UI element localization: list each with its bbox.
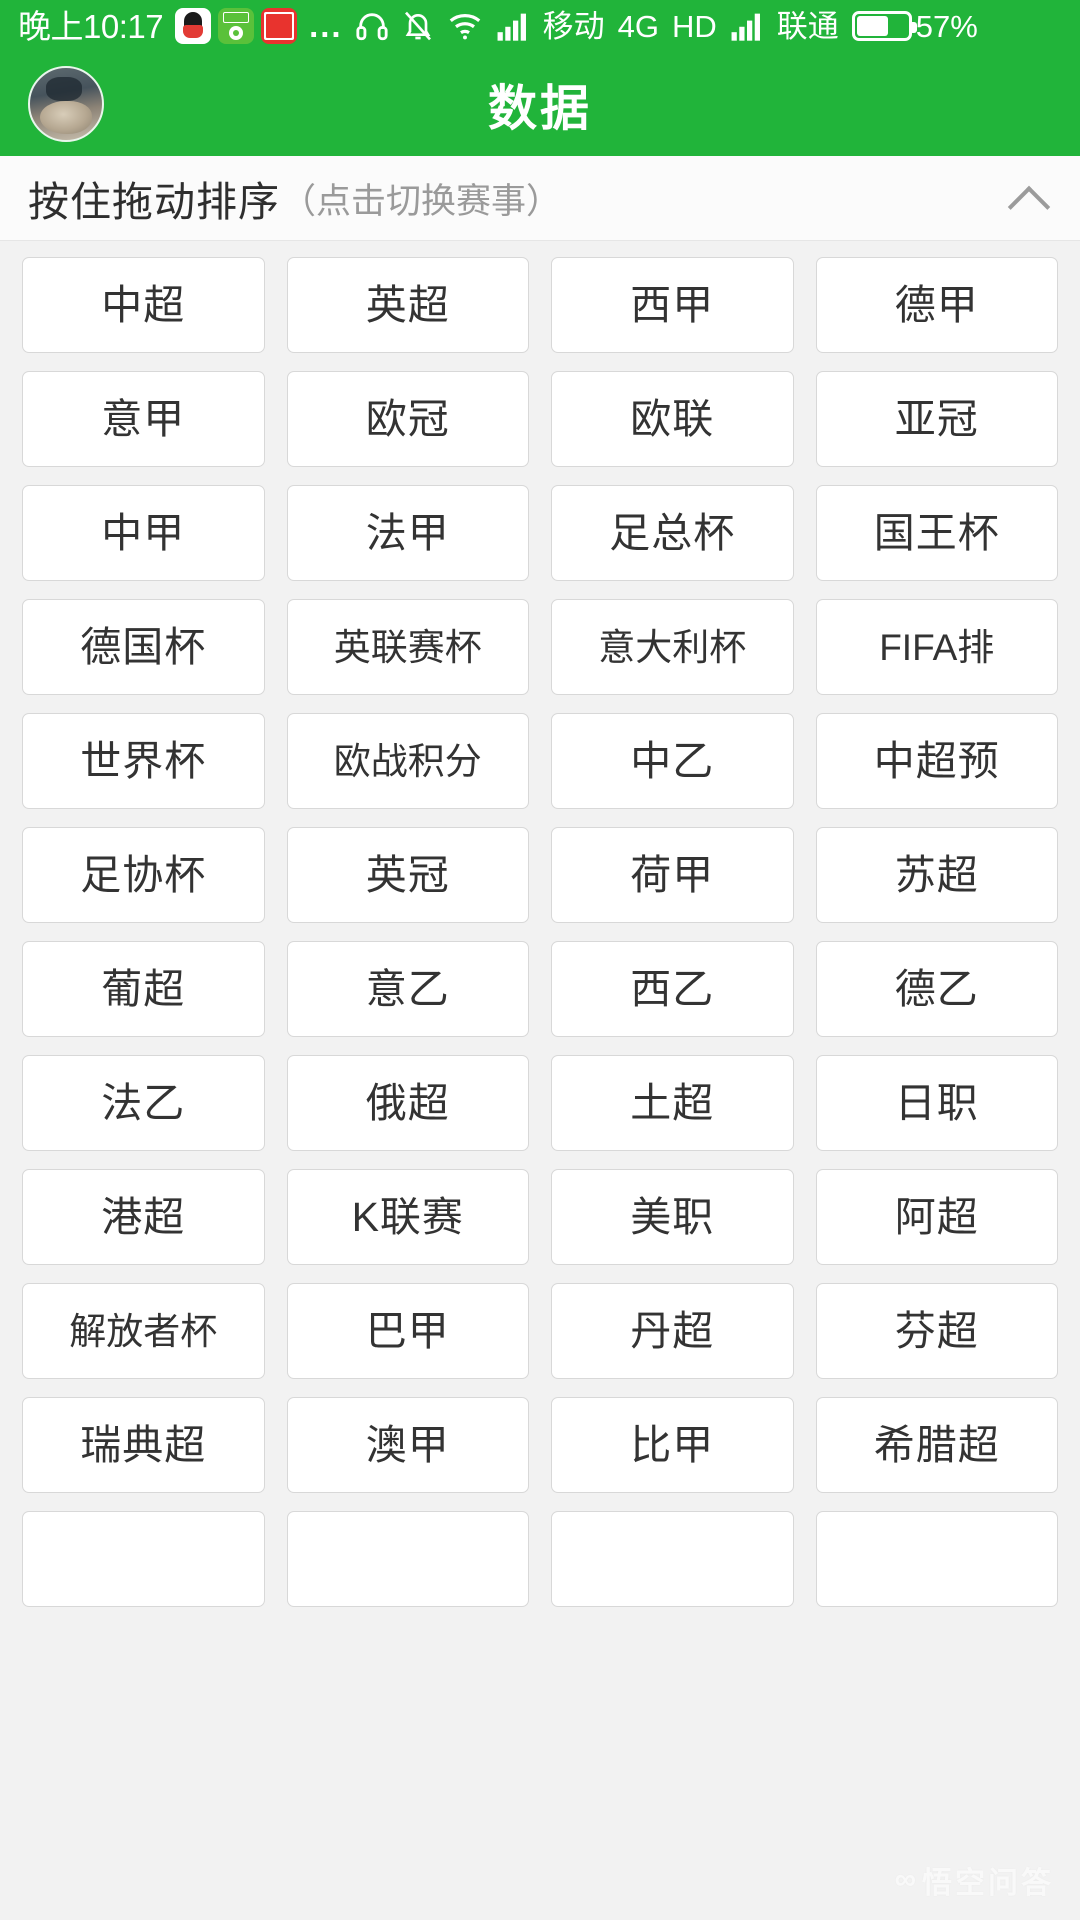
signal-bars-icon bbox=[497, 13, 526, 41]
league-grid-scroll-area[interactable]: 中超 英超 西甲 德甲意甲 欧冠 欧联 亚冠中甲 法甲 足总杯 国王杯德国杯 英联赛杯 意大利杯 FIF… bbox=[0, 241, 1080, 1920]
league-button[interactable]: 解放者杯 bbox=[22, 1283, 265, 1379]
league-button[interactable]: 中甲 bbox=[22, 485, 265, 581]
league-button[interactable]: 中超预 bbox=[815, 713, 1058, 809]
carrier-primary-label: 移动 bbox=[542, 8, 605, 44]
qq-icon bbox=[175, 8, 212, 44]
league-button[interactable]: K联赛 bbox=[286, 1169, 529, 1265]
league-button[interactable]: 德乙 bbox=[815, 941, 1058, 1037]
league-button[interactable]: 足协杯 bbox=[22, 827, 265, 923]
chevron-up-icon[interactable] bbox=[1006, 176, 1050, 220]
league-button[interactable]: 土超 bbox=[551, 1055, 794, 1151]
league-button[interactable]: 意乙 bbox=[286, 941, 529, 1037]
league-button[interactable]: 比甲 bbox=[551, 1397, 794, 1493]
league-button[interactable]: 亚冠 bbox=[815, 371, 1058, 467]
league-button[interactable]: 巴甲 bbox=[286, 1283, 529, 1379]
league-button[interactable]: 德国杯 bbox=[22, 599, 265, 695]
league-button[interactable]: 欧战积分 bbox=[286, 713, 529, 809]
league-button[interactable]: 俄超 bbox=[286, 1055, 529, 1151]
bell-muted-icon bbox=[404, 11, 431, 41]
league-button[interactable]: 中超 bbox=[22, 257, 265, 353]
league-button[interactable]: 葡超 bbox=[22, 941, 265, 1037]
league-button[interactable]: 中乙 bbox=[551, 713, 794, 809]
signal-bars-icon-2 bbox=[731, 13, 760, 41]
league-button[interactable]: 希腊超 bbox=[815, 1397, 1058, 1493]
sort-bar[interactable]: 按住拖动排序 （点击切换赛事） bbox=[0, 156, 1080, 241]
overflow-dots-icon: ... bbox=[309, 6, 343, 44]
battery-percent-label: 57% bbox=[915, 8, 978, 44]
league-button[interactable]: 法甲 bbox=[286, 485, 529, 581]
league-button[interactable]: 国王杯 bbox=[815, 485, 1058, 581]
league-button[interactable]: 欧冠 bbox=[286, 371, 529, 467]
league-button[interactable] bbox=[815, 1511, 1058, 1607]
league-button[interactable]: 足总杯 bbox=[551, 485, 794, 581]
page-title: 数据 bbox=[487, 81, 592, 136]
league-button[interactable]: 意大利杯 bbox=[551, 599, 794, 695]
battery-icon bbox=[851, 11, 917, 41]
league-button[interactable]: 瑞典超 bbox=[22, 1397, 265, 1493]
league-button[interactable] bbox=[22, 1511, 265, 1607]
status-bar: 晚上10:17 ... 移动 4G HD 联通 57% bbox=[0, 0, 1080, 52]
league-button[interactable]: FIFA排 bbox=[815, 599, 1058, 695]
league-button[interactable]: 世界杯 bbox=[22, 713, 265, 809]
league-button[interactable]: 港超 bbox=[22, 1169, 265, 1265]
league-button[interactable]: 澳甲 bbox=[286, 1397, 529, 1493]
league-button[interactable]: 丹超 bbox=[551, 1283, 794, 1379]
league-button[interactable] bbox=[551, 1511, 794, 1607]
wifi-icon bbox=[449, 14, 480, 40]
soccer-app-icon bbox=[218, 8, 255, 44]
league-button[interactable]: 苏超 bbox=[815, 827, 1058, 923]
watermark-logo-icon: ∞ bbox=[894, 1863, 916, 1896]
league-button[interactable]: 芬超 bbox=[815, 1283, 1058, 1379]
league-button[interactable]: 欧联 bbox=[551, 371, 794, 467]
status-time: 晚上10:17 bbox=[18, 7, 164, 45]
sort-bar-label: 按住拖动排序 bbox=[28, 179, 280, 225]
league-grid: 中超 英超 西甲 德甲意甲 欧冠 欧联 亚冠中甲 法甲 足总杯 国王杯德国杯 英联赛杯 意大利杯 FIF… bbox=[22, 257, 1058, 1607]
league-button[interactable]: 英超 bbox=[286, 257, 529, 353]
league-button[interactable] bbox=[286, 1511, 529, 1607]
league-button[interactable]: 西甲 bbox=[551, 257, 794, 353]
league-button[interactable]: 日职 bbox=[815, 1055, 1058, 1151]
league-button[interactable]: 意甲 bbox=[22, 371, 265, 467]
hd-label: HD bbox=[671, 8, 717, 44]
league-button[interactable]: 阿超 bbox=[815, 1169, 1058, 1265]
league-button[interactable]: 西乙 bbox=[551, 941, 794, 1037]
league-button[interactable]: 英冠 bbox=[286, 827, 529, 923]
league-button[interactable]: 荷甲 bbox=[551, 827, 794, 923]
league-button[interactable]: 美职 bbox=[551, 1169, 794, 1265]
network-type-label: 4G bbox=[617, 8, 659, 44]
sort-bar-hint: （点击切换赛事） bbox=[281, 181, 562, 221]
watermark: ∞ 悟空问答 bbox=[895, 1858, 1054, 1902]
toutiao-icon bbox=[261, 8, 298, 44]
app-header: 数据 bbox=[0, 52, 1080, 156]
watermark-text: 悟空问答 bbox=[922, 1867, 1054, 1900]
league-button[interactable]: 英联赛杯 bbox=[286, 599, 529, 695]
avatar[interactable] bbox=[28, 66, 104, 142]
headset-icon bbox=[356, 13, 388, 41]
league-button[interactable]: 法乙 bbox=[22, 1055, 265, 1151]
league-button[interactable]: 德甲 bbox=[815, 257, 1058, 353]
carrier-secondary-label: 联通 bbox=[776, 8, 839, 44]
